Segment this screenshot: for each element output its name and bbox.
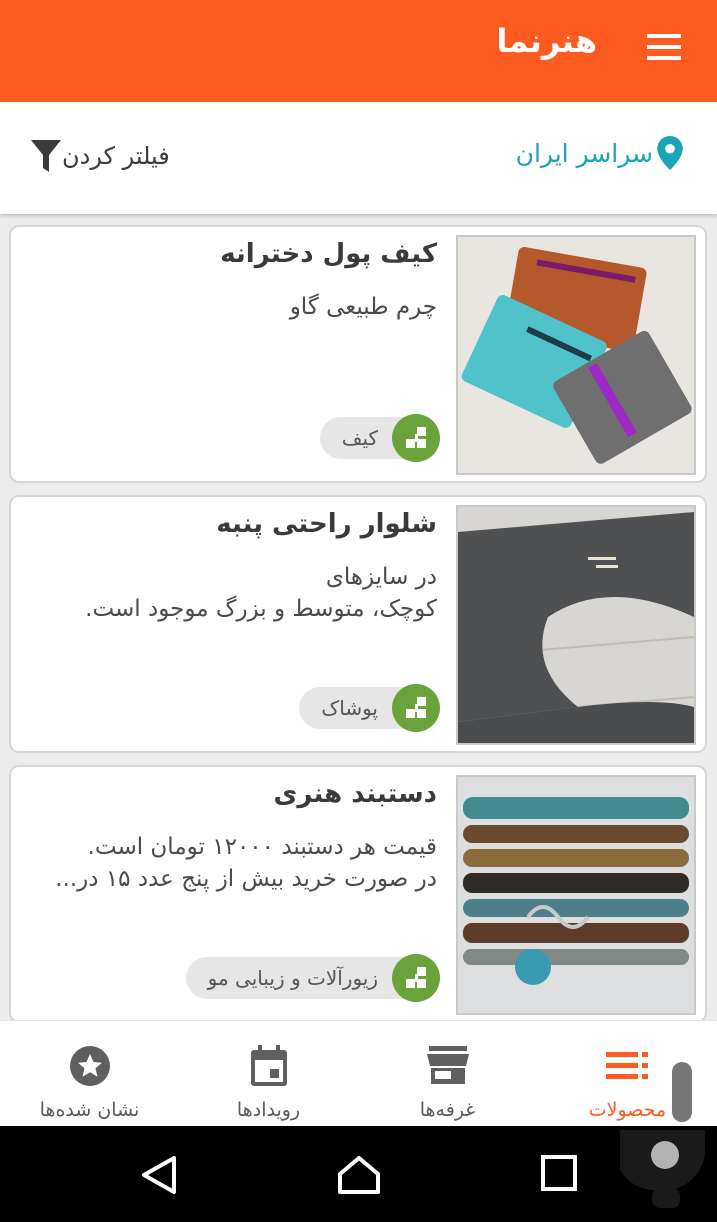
- calendar-icon: [250, 1045, 288, 1087]
- app-bar: هنرنما: [0, 0, 717, 102]
- category-tree-icon: [392, 954, 440, 1002]
- category-tree-icon: [392, 684, 440, 732]
- hamburger-menu-icon[interactable]: [639, 26, 689, 70]
- filter-button[interactable]: فیلتر کردن: [30, 138, 170, 174]
- category-tree-icon: [392, 414, 440, 462]
- product-description: قیمت هر دستبند ۱۲۰۰۰ تومان است. در صورت …: [27, 831, 437, 895]
- location-selector[interactable]: سراسر ایران: [516, 136, 683, 170]
- product-image-bracelet: [456, 775, 696, 1015]
- filter-bar: سراسر ایران فیلتر کردن: [0, 102, 717, 214]
- product-card[interactable]: کیف پول دخترانه چرم طبیعی گاو کیف: [9, 225, 707, 483]
- tab-booths[interactable]: غرفه‌ها: [358, 1021, 537, 1127]
- tab-booths-label: غرفه‌ها: [419, 1099, 476, 1121]
- description-line: کوچک، متوسط و بزرگ موجود است.: [85, 596, 437, 622]
- product-image-wallet: [456, 235, 696, 475]
- description-line: در سایزهای: [325, 564, 437, 590]
- category-label: کیف: [341, 426, 378, 450]
- product-title: دستبند هنری: [273, 779, 437, 809]
- filter-label: فیلتر کردن: [62, 142, 170, 170]
- funnel-icon: [31, 140, 61, 172]
- location-label: سراسر ایران: [515, 138, 653, 168]
- category-chip[interactable]: کیف: [319, 414, 440, 462]
- home-icon[interactable]: [336, 1154, 382, 1196]
- map-pin-icon: [657, 136, 683, 170]
- tab-bookmarks[interactable]: نشان شده‌ها: [0, 1021, 179, 1127]
- category-chip[interactable]: پوشاک: [299, 684, 440, 732]
- app-title: هنرنما: [496, 22, 597, 60]
- tab-events-label: رویدادها: [236, 1099, 301, 1121]
- product-title: شلوار راحتی پنبه: [216, 509, 437, 539]
- product-title: کیف پول دخترانه: [220, 239, 437, 269]
- back-icon[interactable]: [138, 1154, 180, 1196]
- recents-icon[interactable]: [540, 1154, 578, 1192]
- category-label: پوشاک: [321, 696, 378, 720]
- tab-events[interactable]: رویدادها: [179, 1021, 358, 1127]
- category-chip[interactable]: زیورآلات و زیبایی مو: [185, 954, 440, 1002]
- store-watermark-logo: [620, 1062, 705, 1208]
- star-icon: [69, 1045, 111, 1087]
- product-card[interactable]: دستبند هنری قیمت هر دستبند ۱۲۰۰۰ تومان ا…: [9, 765, 707, 1023]
- product-description: چرم طبیعی گاو: [27, 291, 437, 323]
- category-label: زیورآلات و زیبایی مو: [207, 966, 378, 990]
- store-icon: [426, 1045, 469, 1087]
- product-card[interactable]: شلوار راحتی پنبه در سایزهای کوچک، متوسط …: [9, 495, 707, 753]
- description-line: در صورت خرید بیش از پنج عدد ۱۵ در...: [55, 866, 437, 892]
- tab-bookmarks-label: نشان شده‌ها: [39, 1099, 140, 1121]
- product-image-pants: [456, 505, 696, 745]
- product-description: در سایزهای کوچک، متوسط و بزرگ موجود است.: [27, 561, 437, 625]
- description-line: چرم طبیعی گاو: [289, 294, 437, 320]
- description-line: قیمت هر دستبند ۱۲۰۰۰ تومان است.: [87, 834, 437, 860]
